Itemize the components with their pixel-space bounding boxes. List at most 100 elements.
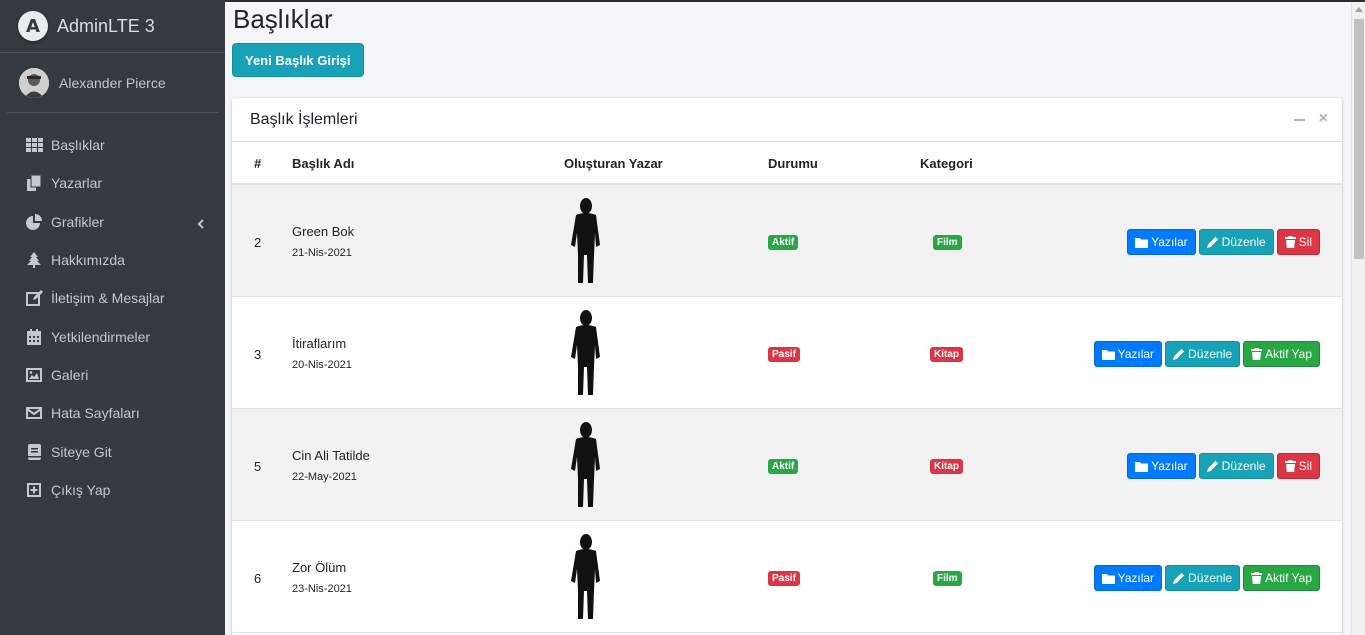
scroll-up-arrow-icon[interactable]: [1355, 7, 1363, 12]
sidebar-item-label: Yetkilendirmeler: [51, 328, 151, 345]
category-badge: Film: [933, 235, 962, 250]
header-author: Oluşturan Yazar: [564, 156, 663, 171]
status-badge: Pasif: [768, 347, 800, 362]
sidebar-item-label: Hata Sayfaları: [51, 405, 140, 422]
row-index: 6: [254, 571, 262, 586]
card-header: Başlık İşlemleri ×: [232, 98, 1342, 142]
row-date: 23-Nis-2021: [292, 583, 352, 595]
minimize-icon[interactable]: [1293, 119, 1305, 121]
delete-button[interactable]: Sil: [1276, 229, 1320, 255]
sidebar-item-label: İletişim & Mesajlar: [51, 290, 165, 307]
trash-icon: [1251, 348, 1263, 360]
sidebar-item-siteye-git[interactable]: Siteye Git: [0, 432, 225, 470]
status-badge: Aktif: [768, 459, 799, 474]
main-sidebar: A AdminLTE 3 Alexander Pierce Başlıklar …: [0, 0, 225, 635]
header-category: Kategori: [920, 156, 973, 171]
sidebar-item-yetkilendirmeler[interactable]: Yetkilendirmeler: [0, 317, 225, 355]
sidebar-item-label: Galeri: [51, 366, 89, 383]
copy-icon: [25, 175, 43, 192]
status-badge: Pasif: [768, 571, 800, 586]
sidebar-item-label: Grafikler: [51, 213, 104, 230]
category-badge: Kitap: [930, 347, 963, 362]
folder-icon: [1135, 237, 1149, 248]
sidebar-item-label: Hakkımızda: [51, 252, 125, 269]
trash-icon: [1284, 460, 1296, 472]
row-date: 20-Nis-2021: [292, 359, 352, 371]
delete-button[interactable]: Sil: [1276, 453, 1320, 479]
posts-button[interactable]: Yazılar: [1127, 229, 1196, 255]
posts-button[interactable]: Yazılar: [1093, 565, 1163, 591]
sidebar-item-label: Siteye Git: [51, 443, 112, 460]
row-title-cell: Green Bok 21-Nis-2021: [292, 224, 354, 259]
brand-link[interactable]: A AdminLTE 3: [0, 0, 225, 53]
trash-icon: [1251, 572, 1263, 584]
row-title-cell: Zor Ölüm 23-Nis-2021: [292, 560, 352, 595]
tree-icon: [25, 252, 43, 269]
row-index: 3: [254, 347, 262, 362]
table-row: 3 İtiraflarım 20-Nis-2021 Pasif Kitap Ya…: [232, 297, 1342, 409]
row-date: 21-Nis-2021: [292, 247, 352, 259]
page-scrollbar[interactable]: [1351, 2, 1365, 635]
row-title: İtiraflarım: [292, 336, 347, 351]
calendar-icon: [25, 328, 43, 345]
edit-button[interactable]: Düzenle: [1198, 229, 1274, 255]
activate-button[interactable]: Aktif Yap: [1243, 341, 1320, 367]
pencil-icon: [1173, 349, 1185, 360]
edit-button[interactable]: Düzenle: [1165, 565, 1241, 591]
row-index: 5: [254, 459, 262, 474]
user-name[interactable]: Alexander Pierce: [59, 75, 166, 91]
header-title: Başlık Adı: [292, 156, 355, 171]
sidebar-item-grafikler[interactable]: Grafikler: [0, 203, 225, 241]
header-status: Durumu: [768, 156, 818, 171]
user-panel[interactable]: Alexander Pierce: [7, 53, 218, 113]
posts-button[interactable]: Yazılar: [1127, 453, 1196, 479]
posts-button[interactable]: Yazılar: [1093, 341, 1163, 367]
envelope-icon: [25, 405, 43, 421]
author-silhouette-icon: [565, 421, 605, 509]
edit-icon: [25, 290, 43, 307]
row-title-cell: İtiraflarım 20-Nis-2021: [292, 336, 352, 371]
row-title: Green Bok: [292, 224, 355, 239]
scroll-thumb[interactable]: [1354, 19, 1364, 259]
sidebar-item-cikis-yap[interactable]: Çıkış Yap: [0, 471, 225, 509]
table-row: 6 Zor Ölüm 23-Nis-2021 Pasif Film Yazıla…: [232, 521, 1342, 633]
row-actions: Yazılar Düzenle Sil: [1127, 453, 1320, 479]
grid-icon: [25, 137, 43, 153]
activate-button[interactable]: Aktif Yap: [1243, 565, 1320, 591]
sidebar-item-yazarlar[interactable]: Yazarlar: [0, 164, 225, 202]
close-icon[interactable]: ×: [1319, 111, 1328, 127]
new-title-button[interactable]: Yeni Başlık Girişi: [232, 43, 364, 77]
sidebar-item-label: Başlıklar: [51, 137, 105, 154]
row-title: Zor Ölüm: [292, 560, 347, 575]
content-wrapper: Başlıklar Yeni Başlık Girişi Başlık İşle…: [225, 2, 1351, 635]
sidebar-item-label: Yazarlar: [51, 175, 103, 192]
table-row: 5 Cin Ali Tatilde 22-May-2021 Aktif Kita…: [232, 409, 1342, 521]
folder-icon: [1101, 349, 1115, 360]
pencil-icon: [1206, 461, 1218, 472]
card-title: Başlık İşlemleri: [250, 110, 358, 128]
category-badge: Kitap: [930, 459, 963, 474]
author-silhouette-icon: [565, 197, 605, 285]
author-silhouette-icon: [565, 533, 605, 621]
sidebar-item-hakkimizda[interactable]: Hakkımızda: [0, 241, 225, 279]
row-actions: Yazılar Düzenle Aktif Yap: [1093, 565, 1320, 591]
edit-button[interactable]: Düzenle: [1198, 453, 1274, 479]
pencil-icon: [1206, 237, 1218, 248]
sidebar-item-iletisim[interactable]: İletişim & Mesajlar: [0, 279, 225, 317]
pencil-icon: [1173, 573, 1185, 584]
row-title-cell: Cin Ali Tatilde 22-May-2021: [292, 448, 370, 483]
sidebar-item-hata-sayfalari[interactable]: Hata Sayfaları: [0, 394, 225, 432]
titles-card: Başlık İşlemleri × # Başlık Adı Oluştura…: [232, 98, 1342, 635]
edit-button[interactable]: Düzenle: [1165, 341, 1241, 367]
author-silhouette-icon: [565, 309, 605, 397]
folder-icon: [1101, 573, 1115, 584]
header-index: #: [254, 156, 262, 171]
trash-icon: [1284, 236, 1296, 248]
sidebar-item-basliklar[interactable]: Başlıklar: [0, 126, 225, 164]
row-title: Cin Ali Tatilde: [292, 448, 370, 463]
page-title: Başlıklar: [233, 4, 333, 34]
sidebar-item-galeri[interactable]: Galeri: [0, 356, 225, 394]
book-icon: [25, 443, 43, 460]
pie-chart-icon: [25, 213, 43, 230]
chevron-left-icon: [197, 216, 204, 232]
